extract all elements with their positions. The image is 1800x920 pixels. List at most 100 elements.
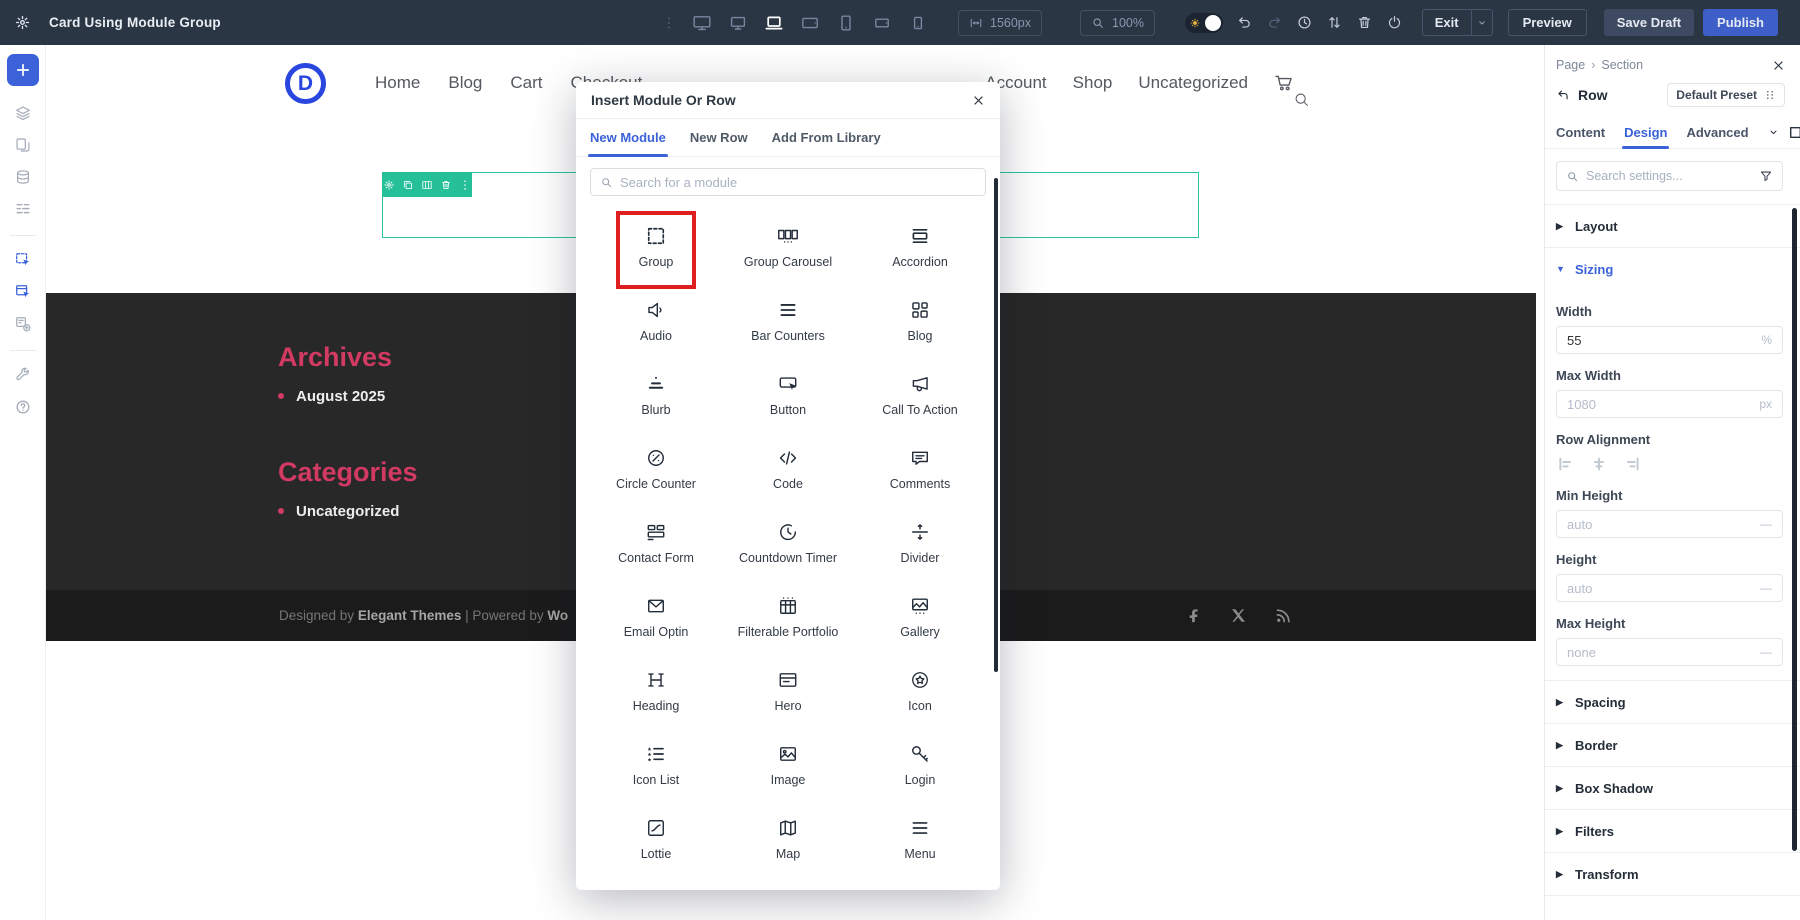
- section-header-transform[interactable]: ▶Transform: [1545, 853, 1800, 895]
- module-group-carousel[interactable]: Group Carousel: [722, 210, 854, 284]
- section-header-box-shadow[interactable]: ▶Box Shadow: [1545, 767, 1800, 809]
- module-audio[interactable]: Audio: [590, 284, 722, 358]
- footer-brand-link[interactable]: Elegant Themes: [358, 608, 462, 623]
- module-hero[interactable]: Hero: [722, 654, 854, 728]
- sidebar-item-pages[interactable]: [7, 130, 39, 160]
- section-header-sizing[interactable]: ▼Sizing: [1545, 248, 1800, 290]
- preview-button[interactable]: Preview: [1508, 9, 1587, 36]
- settings-search[interactable]: [1556, 161, 1783, 191]
- field-value-width[interactable]: [1567, 333, 1753, 348]
- module-contact-form[interactable]: Contact Form: [590, 506, 722, 580]
- chevron-down-icon[interactable]: [1768, 127, 1779, 138]
- module-code[interactable]: Code: [722, 432, 854, 506]
- nav-link-cart[interactable]: Cart: [510, 73, 542, 93]
- field-value-max-height[interactable]: [1567, 645, 1752, 660]
- align-center-icon[interactable]: [1589, 454, 1609, 474]
- modal-tab-add-from-library[interactable]: Add From Library: [772, 119, 881, 156]
- sidebar-item-wireframe[interactable]: [7, 194, 39, 224]
- cart-icon[interactable]: [1273, 72, 1294, 93]
- breadcrumb-page[interactable]: Page: [1556, 58, 1585, 72]
- module-bar-counters[interactable]: Bar Counters: [722, 284, 854, 358]
- module-filterable-portfolio[interactable]: Filterable Portfolio: [722, 580, 854, 654]
- power-icon[interactable]: [1386, 14, 1403, 31]
- nav-link-shop[interactable]: Shop: [1073, 73, 1113, 93]
- module-group[interactable]: Group: [590, 210, 722, 284]
- field-value-height[interactable]: [1567, 581, 1752, 596]
- section-header-layout[interactable]: ▶Layout: [1545, 205, 1800, 247]
- module-circle-counter[interactable]: Circle Counter: [590, 432, 722, 506]
- module-accordion[interactable]: Accordion: [854, 210, 986, 284]
- panel-tab-design[interactable]: Design: [1624, 117, 1667, 148]
- module-email-optin[interactable]: Email Optin: [590, 580, 722, 654]
- trash-icon[interactable]: [1356, 14, 1373, 31]
- sidebar-item-module-settings[interactable]: [7, 309, 39, 339]
- facebook-icon[interactable]: [1184, 606, 1203, 625]
- footer-platform-link[interactable]: Wo: [547, 608, 568, 623]
- field-input-max-height[interactable]: —: [1556, 638, 1783, 666]
- sidebar-item-add-new[interactable]: [7, 54, 39, 86]
- modal-tab-new-row[interactable]: New Row: [690, 119, 748, 156]
- sidebar-item-insert-module[interactable]: [7, 245, 39, 275]
- breadcrumb-section[interactable]: Section: [1601, 58, 1643, 72]
- modal-scrollbar[interactable]: [994, 178, 998, 672]
- widget-list-item[interactable]: August 2025: [278, 388, 392, 405]
- sidebar-item-database[interactable]: [7, 162, 39, 192]
- nav-link-home[interactable]: Home: [375, 73, 420, 93]
- trash-icon[interactable]: [440, 179, 452, 191]
- module-search[interactable]: [590, 168, 986, 196]
- field-value-max-width[interactable]: [1567, 397, 1751, 412]
- field-input-max-width[interactable]: px: [1556, 390, 1783, 418]
- section-header-border[interactable]: ▶Border: [1545, 724, 1800, 766]
- module-comments[interactable]: Comments: [854, 432, 986, 506]
- save-draft-button[interactable]: Save Draft: [1604, 9, 1694, 36]
- monitor-lg-icon[interactable]: [690, 13, 714, 33]
- module-menu[interactable]: Menu: [854, 802, 986, 876]
- module-blurb[interactable]: Blurb: [590, 358, 722, 432]
- exit-caret[interactable]: [1471, 10, 1492, 35]
- phone-small-icon[interactable]: [906, 13, 930, 33]
- module-image[interactable]: Image: [722, 728, 854, 802]
- module-search-input[interactable]: [620, 175, 976, 190]
- page-settings-gear-icon[interactable]: [14, 14, 31, 31]
- dots-vertical-icon[interactable]: [459, 179, 471, 191]
- widget-list-item[interactable]: Uncategorized: [278, 503, 418, 520]
- drag-handle-icon[interactable]: [662, 15, 676, 31]
- panel-tab-advanced[interactable]: Advanced: [1686, 117, 1748, 148]
- panel-tab-content[interactable]: Content: [1556, 117, 1605, 148]
- panel-close-icon[interactable]: [1772, 59, 1785, 72]
- module-heading[interactable]: Heading: [590, 654, 722, 728]
- rss-icon[interactable]: [1274, 606, 1293, 625]
- module-button[interactable]: Button: [722, 358, 854, 432]
- sidebar-item-layers[interactable]: [7, 98, 39, 128]
- site-logo[interactable]: D: [285, 63, 326, 104]
- filter-funnel-icon[interactable]: [1759, 169, 1773, 183]
- sidebar-item-tools[interactable]: [7, 360, 39, 390]
- phone-icon[interactable]: [834, 13, 858, 33]
- module-login[interactable]: Login: [854, 728, 986, 802]
- undo-icon[interactable]: [1236, 14, 1253, 31]
- zoom-level-button[interactable]: 100%: [1080, 10, 1155, 36]
- section-header-spacing[interactable]: ▶Spacing: [1545, 681, 1800, 723]
- tablet-small-icon[interactable]: [870, 13, 894, 33]
- module-icon[interactable]: Icon: [854, 654, 986, 728]
- history-icon[interactable]: [1296, 14, 1313, 31]
- section-header-filters[interactable]: ▶Filters: [1545, 810, 1800, 852]
- module-lottie[interactable]: Lottie: [590, 802, 722, 876]
- module-divider[interactable]: Divider: [854, 506, 986, 580]
- panel-scrollbar[interactable]: [1792, 208, 1797, 851]
- sidebar-item-insert-row[interactable]: [7, 277, 39, 307]
- module-icon-list[interactable]: Icon List: [590, 728, 722, 802]
- module-gallery[interactable]: Gallery: [854, 580, 986, 654]
- module-call-to-action[interactable]: Call To Action: [854, 358, 986, 432]
- module-countdown-timer[interactable]: Countdown Timer: [722, 506, 854, 580]
- gear-icon[interactable]: [383, 179, 395, 191]
- default-preset-button[interactable]: Default Preset: [1667, 83, 1785, 107]
- tablet-landscape-icon[interactable]: [798, 13, 822, 33]
- module-blog[interactable]: Blog: [854, 284, 986, 358]
- field-input-min-height[interactable]: —: [1556, 510, 1783, 538]
- site-search-icon[interactable]: [1293, 91, 1310, 108]
- expand-square-icon[interactable]: [1788, 125, 1800, 140]
- modal-tab-new-module[interactable]: New Module: [590, 119, 666, 156]
- field-value-min-height[interactable]: [1567, 517, 1752, 532]
- module-map[interactable]: Map: [722, 802, 854, 876]
